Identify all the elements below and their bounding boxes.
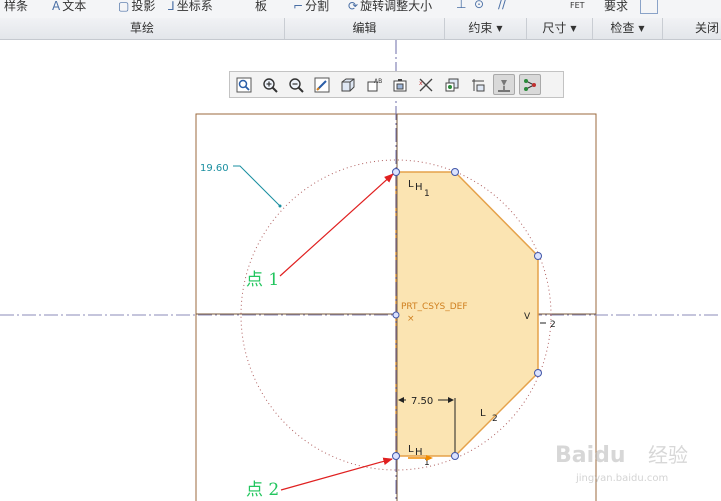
csys-label: PRT_CSYS_DEF	[401, 302, 468, 312]
dimension-display-button[interactable]	[467, 74, 489, 95]
saved-orientations-icon: AB	[367, 78, 382, 91]
svg-text:jingyan.baidu.com: jingyan.baidu.com	[575, 473, 668, 484]
vertex-point-2[interactable]	[392, 452, 400, 460]
csys-x-marker: ×	[407, 314, 415, 324]
repaint-button[interactable]	[311, 74, 333, 95]
dimension-display-icon	[472, 78, 485, 91]
spin-center-icon	[445, 78, 459, 91]
svg-text:L: L	[408, 179, 414, 190]
zoom-out-button[interactable]	[285, 74, 307, 95]
zoom-in-button[interactable]	[259, 74, 281, 95]
width-dimension[interactable]: 7.50	[411, 396, 433, 407]
diameter-leader	[233, 165, 281, 207]
horizontal-constraint-top: H	[415, 182, 423, 193]
vertical-constraint: V	[524, 312, 531, 322]
datum-display-button[interactable]: x	[415, 74, 437, 95]
vertex-display-button[interactable]	[519, 74, 541, 95]
repaint-icon	[314, 77, 330, 92]
svg-text:x: x	[419, 80, 423, 87]
vertex[interactable]	[534, 252, 542, 260]
annotation-arrow-2	[280, 457, 393, 491]
display-style-button[interactable]	[337, 74, 359, 95]
vertex-display-icon	[524, 78, 536, 91]
constraint-display-icon	[498, 79, 510, 92]
zoom-out-icon	[289, 77, 304, 93]
sketch-view-icon	[393, 78, 407, 91]
display-style-icon	[341, 78, 355, 91]
sketch-view-button[interactable]	[389, 74, 411, 95]
vertex[interactable]	[451, 452, 459, 460]
length-constraint-index: 2	[492, 414, 498, 424]
annotation-point-1: 点 1	[246, 270, 279, 290]
datum-display-icon: x	[419, 78, 433, 91]
saved-orientations-button[interactable]: AB	[363, 74, 385, 95]
svg-text:L: L	[480, 408, 486, 419]
annotation-arrow-1	[279, 173, 394, 277]
graphics-toolbar: AB x	[229, 71, 564, 98]
horizontal-constraint-bottom: H	[415, 447, 423, 458]
origin-vertex	[392, 311, 400, 319]
vertex[interactable]	[451, 168, 459, 176]
svg-text:1: 1	[424, 189, 430, 199]
diameter-dimension[interactable]: 19.60	[200, 163, 229, 174]
vertex[interactable]	[534, 369, 542, 377]
vertex-point-1[interactable]	[392, 168, 400, 176]
svg-text:Baidu: Baidu	[555, 443, 626, 468]
svg-text:2: 2	[550, 320, 556, 330]
spin-center-button[interactable]	[441, 74, 463, 95]
zoom-in-icon	[263, 77, 278, 93]
annotation-point-2: 点 2	[246, 480, 279, 500]
sketch-profile[interactable]	[395, 171, 539, 457]
refit-icon	[236, 77, 252, 92]
svg-text:AB: AB	[374, 78, 382, 85]
svg-text:经验: 经验	[648, 443, 688, 467]
svg-text:L: L	[408, 444, 414, 455]
baidu-watermark: Baidu 经验 jingyan.baidu.com	[555, 443, 688, 484]
diameter-leader-end	[278, 204, 282, 208]
refit-button[interactable]	[233, 74, 255, 95]
constraint-display-button[interactable]	[493, 74, 515, 95]
